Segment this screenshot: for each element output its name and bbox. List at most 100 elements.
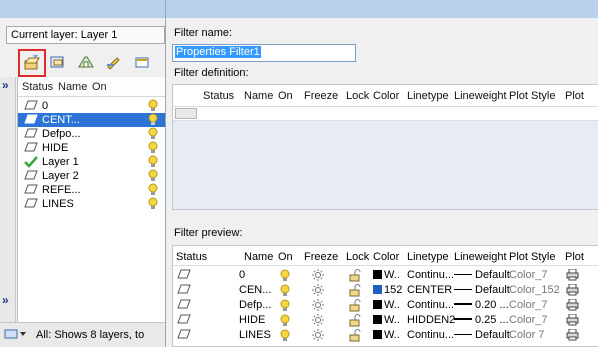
preview-plot-style: Color_7 bbox=[509, 269, 548, 281]
collapse-tree-button[interactable]: » bbox=[2, 78, 9, 92]
column-status[interactable]: Status bbox=[22, 81, 53, 93]
new-layer-vp-button[interactable] bbox=[132, 52, 152, 72]
layer-row[interactable]: Layer 2 bbox=[18, 169, 165, 183]
layer-sheet-icon bbox=[24, 198, 38, 211]
new-property-filter-button[interactable] bbox=[18, 49, 46, 77]
new-layer-button[interactable] bbox=[104, 52, 124, 72]
layer-name: REFE... bbox=[42, 184, 81, 196]
light-bulb-icon bbox=[280, 314, 290, 330]
printer-icon bbox=[566, 328, 579, 344]
preview-color: 152 bbox=[373, 284, 402, 296]
prev-col-freeze: Freeze bbox=[304, 251, 339, 263]
def-col-plot-style[interactable]: Plot Style bbox=[509, 90, 555, 102]
def-col-freeze[interactable]: Freeze bbox=[304, 90, 338, 102]
layer-sheet-icon bbox=[177, 284, 191, 297]
preview-color: W.. bbox=[373, 329, 400, 341]
light-bulb-icon bbox=[280, 299, 290, 315]
preview-row: CEN... 152 CENTER Default Color_152 bbox=[173, 283, 598, 299]
new-group-filter-button[interactable] bbox=[48, 52, 68, 72]
layer-sheet-icon bbox=[24, 184, 38, 197]
filter-preview-label: Filter preview: bbox=[174, 227, 243, 239]
layer-row[interactable]: REFE... bbox=[18, 183, 165, 197]
layer-sheet-icon bbox=[24, 100, 38, 113]
unlocked-padlock-icon bbox=[349, 299, 361, 315]
filter-name-input[interactable]: Properties Filter1 bbox=[172, 44, 356, 62]
unlocked-padlock-icon bbox=[349, 329, 361, 345]
no-plot-printer-icon bbox=[566, 298, 579, 314]
layer-palette: Current layer: Layer 1 » » Status Name O… bbox=[0, 0, 165, 347]
prev-col-color: Color bbox=[373, 251, 400, 263]
pencil-layer-icon bbox=[107, 57, 120, 70]
def-col-name[interactable]: Name bbox=[244, 90, 273, 102]
expand-tree-button[interactable]: » bbox=[2, 293, 9, 307]
preview-lineweight: Default bbox=[454, 329, 510, 341]
preview-layer-name: CEN... bbox=[239, 284, 272, 296]
layer-sheet-icon bbox=[24, 114, 38, 127]
layer-sheet-icon bbox=[177, 329, 191, 342]
layer-sheet-icon bbox=[177, 314, 191, 327]
layer-row-current[interactable]: Layer 1 bbox=[18, 155, 165, 169]
sun-icon bbox=[312, 284, 324, 299]
preview-layer-name: LINES bbox=[239, 329, 271, 341]
layer-states-button[interactable] bbox=[76, 52, 96, 72]
column-name[interactable]: Name bbox=[58, 81, 87, 93]
filter-menu-button[interactable] bbox=[4, 327, 28, 344]
layer-row[interactable]: LINES bbox=[18, 197, 165, 211]
def-col-status[interactable]: Status bbox=[203, 90, 234, 102]
light-bulb-icon bbox=[280, 329, 290, 345]
preview-linetype: Continu... bbox=[407, 299, 455, 311]
preview-linetype: CENTER bbox=[407, 284, 453, 296]
layer-row[interactable]: 0 bbox=[18, 99, 165, 113]
layer-name: Defpo... bbox=[42, 128, 81, 140]
sun-icon bbox=[312, 314, 324, 329]
preview-plot-style: Color_152 bbox=[509, 284, 560, 296]
def-col-lineweight[interactable]: Lineweight bbox=[454, 90, 507, 102]
preview-color: W.. bbox=[373, 299, 400, 311]
preview-plot-style: Color 7 bbox=[509, 329, 545, 341]
def-col-linetype[interactable]: Linetype bbox=[407, 90, 449, 102]
printer-icon bbox=[566, 268, 579, 284]
layer-name: Layer 2 bbox=[42, 170, 79, 182]
prev-col-status: Status bbox=[176, 251, 208, 263]
definition-row[interactable] bbox=[173, 107, 598, 121]
def-col-color[interactable]: Color bbox=[373, 90, 399, 102]
preview-plot-style: Color_7 bbox=[509, 314, 548, 326]
prev-col-linetype: Linetype bbox=[407, 251, 449, 263]
sun-icon bbox=[312, 329, 324, 344]
column-on[interactable]: On bbox=[92, 81, 107, 93]
def-col-lock[interactable]: Lock bbox=[346, 90, 369, 102]
palette-title-bar bbox=[0, 0, 165, 18]
definition-header: Status Name On Freeze Lock Color Linetyp… bbox=[173, 85, 598, 107]
filter-name-value: Properties Filter1 bbox=[175, 46, 261, 58]
layer-count-status: All: Shows 8 layers, to bbox=[36, 329, 145, 341]
def-col-on[interactable]: On bbox=[278, 90, 293, 102]
layer-sheet-icon bbox=[177, 269, 191, 282]
def-col-plot[interactable]: Plot bbox=[565, 90, 584, 102]
layer-sheet-icon bbox=[177, 299, 191, 312]
palette-status-bar: All: Shows 8 layers, to bbox=[0, 322, 165, 347]
light-bulb-icon[interactable] bbox=[148, 197, 158, 213]
row-selector[interactable] bbox=[175, 108, 197, 119]
preview-lineweight: Default bbox=[454, 284, 510, 296]
dialog-title-bar bbox=[166, 0, 598, 18]
layer-row-selected[interactable]: CENT... bbox=[18, 113, 165, 127]
preview-row: Defp... W.. Continu... 0.20 ... Color_7 bbox=[173, 298, 598, 315]
layer-name: 0 bbox=[42, 100, 49, 112]
preview-layer-name: 0 bbox=[239, 269, 246, 281]
preview-row: HIDE W.. HIDDEN2 0.25 ... Color_7 bbox=[173, 313, 598, 330]
filter-definition-grid[interactable]: Status Name On Freeze Lock Color Linetyp… bbox=[172, 84, 598, 210]
layer-row[interactable]: Defpo... bbox=[18, 127, 165, 141]
preview-lineweight: Default bbox=[454, 269, 510, 281]
layer-row[interactable]: HIDE bbox=[18, 141, 165, 155]
layer-list-header: Status Name On bbox=[18, 77, 165, 97]
sun-icon bbox=[312, 299, 324, 314]
light-bulb-icon bbox=[280, 269, 290, 285]
printer-icon bbox=[566, 283, 579, 299]
preview-header: Status Name On Freeze Lock Color Linetyp… bbox=[173, 246, 598, 266]
layer-name: CENT... bbox=[42, 114, 80, 126]
filter-preview-grid: Status Name On Freeze Lock Color Linetyp… bbox=[172, 245, 598, 347]
preview-row: 0 W.. Continu... Default Color_7 bbox=[173, 268, 598, 285]
layer-vp-icon bbox=[135, 57, 149, 68]
prev-col-on: On bbox=[278, 251, 293, 263]
printer-icon bbox=[566, 313, 579, 329]
